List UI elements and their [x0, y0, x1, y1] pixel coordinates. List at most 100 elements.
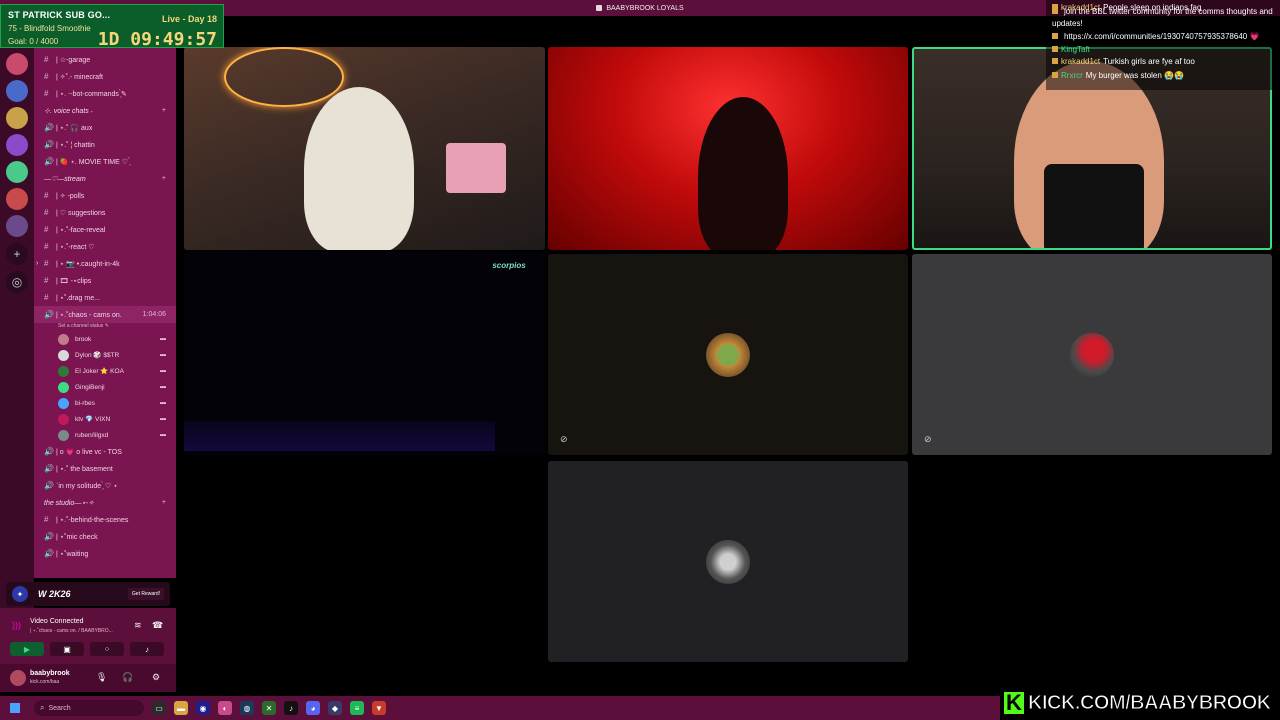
- voice-member[interactable]: El Joker ⭐ KOA ▬: [34, 363, 176, 379]
- video-tile-avatar-2[interactable]: ⊘: [912, 254, 1272, 455]
- channel-item[interactable]: › # | ⋆ 📷 •.caught-in-4k: [34, 255, 176, 272]
- overlay-timer: 1D 09:49:57: [97, 29, 217, 50]
- channel-label: | ⋆ 📷 •.caught-in-4k: [56, 260, 120, 268]
- screen-share-button[interactable]: ▣: [50, 642, 84, 656]
- voice-member[interactable]: Dylon 🎲 $$TR ▬: [34, 347, 176, 363]
- channel-status-hint[interactable]: Set a channel status ✎: [34, 323, 176, 331]
- settings-gear-icon[interactable]: ⚙: [152, 672, 160, 683]
- server-icon[interactable]: [6, 215, 28, 237]
- channel-item[interactable]: 🔊 | ⋆˚mic check: [34, 528, 176, 545]
- server-icon[interactable]: [6, 107, 28, 129]
- server-icon[interactable]: [6, 80, 28, 102]
- activities-button[interactable]: ⁘: [90, 642, 124, 656]
- voice-member[interactable]: bi-rbes ▬: [34, 395, 176, 411]
- brave-icon[interactable]: ▼: [372, 701, 386, 715]
- overlay-title: ST PATRICK SUB GO...: [8, 10, 111, 20]
- get-reward-button[interactable]: Get Reward!: [127, 588, 164, 600]
- screen-share-glow: [184, 421, 495, 451]
- channel-category[interactable]: ⊹. voice chats ˖ +: [34, 102, 176, 119]
- channel-item[interactable]: 🔊 | ⋆˚waiting: [34, 545, 176, 562]
- video-tile-screen-share[interactable]: scorpios: [184, 252, 545, 455]
- taskbar-search[interactable]: ⌕ Search: [34, 700, 144, 716]
- task-view-icon[interactable]: ▭: [152, 701, 166, 715]
- app-icon[interactable]: ◆: [328, 701, 342, 715]
- channel-item[interactable]: 🔊 | ⋆.˚chaos - cams on. 1:04:06: [34, 306, 176, 323]
- channel-label: | ✧ -polls: [56, 192, 85, 200]
- channel-item[interactable]: 🔊 | ⋆.˚ the basement: [34, 460, 176, 477]
- tank-top: [1044, 164, 1144, 248]
- reward-banner[interactable]: ✦ W 2K26 Get Reward!: [6, 582, 170, 606]
- channel-item[interactable]: 🔊 ʾin my solitude ̗̀ ♡ ⋆: [34, 477, 176, 494]
- neon-light: [224, 47, 344, 107]
- avatar[interactable]: [10, 670, 26, 686]
- discord-icon[interactable]: ◕: [306, 701, 320, 715]
- channel-category[interactable]: —♡—stream +: [34, 170, 176, 187]
- video-tile-avatar-3[interactable]: [548, 461, 908, 662]
- channel-timer: 1:04:06: [142, 311, 166, 318]
- channel-item[interactable]: # | ☆-garage: [34, 51, 176, 68]
- soundboard-button[interactable]: ♪: [130, 642, 164, 656]
- add-channel-icon[interactable]: +: [162, 175, 166, 182]
- camera-on-icon: ▬: [160, 400, 166, 406]
- tiktok-icon[interactable]: ♪: [284, 701, 298, 715]
- channel-item[interactable]: # | ♡ suggestions: [34, 204, 176, 221]
- channel-list: # | ☆-garage # | ✧˚.- minecraft # | ⋆. ‧-bot-…: [34, 48, 176, 578]
- video-tile-brook[interactable]: [184, 47, 545, 250]
- steam-icon[interactable]: ◍: [240, 701, 254, 715]
- channel-item[interactable]: # | ⋆.˚-face-reveal: [34, 221, 176, 238]
- server-icon[interactable]: [6, 53, 28, 75]
- stream-goal-overlay: ST PATRICK SUB GO... 75 - Blindfold Smoo…: [0, 4, 224, 50]
- text-channel-icon: #: [44, 276, 49, 285]
- discord-icon: [596, 5, 603, 11]
- expand-arrow-icon[interactable]: ›: [36, 260, 38, 267]
- channel-item[interactable]: # | ⋆.˚-react ♡: [34, 238, 176, 255]
- file-explorer-icon[interactable]: ▬: [174, 701, 188, 715]
- member-name: GingiBenji: [75, 383, 105, 391]
- window-title: BAABYBROOK LOYALS: [606, 4, 684, 12]
- channel-item[interactable]: # | ⋆.˚-behind-the-scenes: [34, 511, 176, 528]
- channel-item[interactable]: 🔊 | ⋆.˚ ¦ chattin: [34, 136, 176, 153]
- channel-label: | ⋆.˚ 🎧 aux: [56, 124, 93, 132]
- video-tile-red-room[interactable]: [548, 47, 908, 250]
- noise-suppression-icon[interactable]: ≋: [134, 620, 142, 631]
- channel-item[interactable]: # | ⋆˚.drag me...: [34, 289, 176, 306]
- text-channel-icon: #: [44, 89, 49, 98]
- channel-item[interactable]: 🔊 | ⋆.˚ 🎧 aux: [34, 119, 176, 136]
- signal-icon: ))): [12, 620, 21, 630]
- add-channel-icon[interactable]: +: [162, 499, 166, 506]
- voice-member[interactable]: GingiBenji ▬: [34, 379, 176, 395]
- voice-member[interactable]: ruben/lilgxd ▬: [34, 427, 176, 443]
- channel-item[interactable]: # | ✧˚.- minecraft: [34, 68, 176, 85]
- voice-member[interactable]: ktv 💎 VIXN ▬: [34, 411, 176, 427]
- search-placeholder: Search: [48, 704, 71, 712]
- spotify-icon[interactable]: ≡: [350, 701, 364, 715]
- discover-icon[interactable]: ◎: [6, 271, 28, 293]
- headphones-icon[interactable]: 🎧: [122, 672, 133, 683]
- chat-username: krakadd1ct: [1061, 57, 1101, 66]
- app-icon[interactable]: ◐: [218, 701, 232, 715]
- channel-item[interactable]: # | ✧ -polls: [34, 187, 176, 204]
- channel-item[interactable]: # | 🎞 -⋆clips: [34, 272, 176, 289]
- chat-badge-icon: [1052, 72, 1058, 78]
- streamer-figure: [304, 87, 414, 250]
- channel-item[interactable]: # | ⋆. ‧-bot-commands ̗̀✎: [34, 85, 176, 102]
- server-icon[interactable]: [6, 161, 28, 183]
- camera-button[interactable]: ▶: [10, 642, 44, 656]
- channel-item[interactable]: 🔊 | o 💗 o live vc - TOS: [34, 443, 176, 460]
- xbox-icon[interactable]: ✕: [262, 701, 276, 715]
- mic-icon[interactable]: 🎙: [96, 672, 107, 683]
- video-tile-avatar-1[interactable]: ⊘: [548, 254, 908, 455]
- windows-start-icon[interactable]: [10, 703, 20, 713]
- channel-item[interactable]: 🔊 | 🍓 ⋆. MOVIE TIME ♡ ̗̀: [34, 153, 176, 170]
- add-channel-icon[interactable]: +: [162, 107, 166, 114]
- server-icon[interactable]: [6, 188, 28, 210]
- channel-category[interactable]: the studio—⋆-✧ +: [34, 494, 176, 511]
- category-label: —♡—stream: [44, 175, 86, 183]
- voice-channel-icon: 🔊: [44, 464, 54, 473]
- channel-label: | ⋆.˚ the basement: [56, 465, 113, 473]
- voice-member[interactable]: brook ▬: [34, 331, 176, 347]
- add-server-icon[interactable]: +: [6, 243, 28, 265]
- disconnect-icon[interactable]: ☎: [152, 620, 163, 631]
- server-icon[interactable]: [6, 134, 28, 156]
- app-icon[interactable]: ◉: [196, 701, 210, 715]
